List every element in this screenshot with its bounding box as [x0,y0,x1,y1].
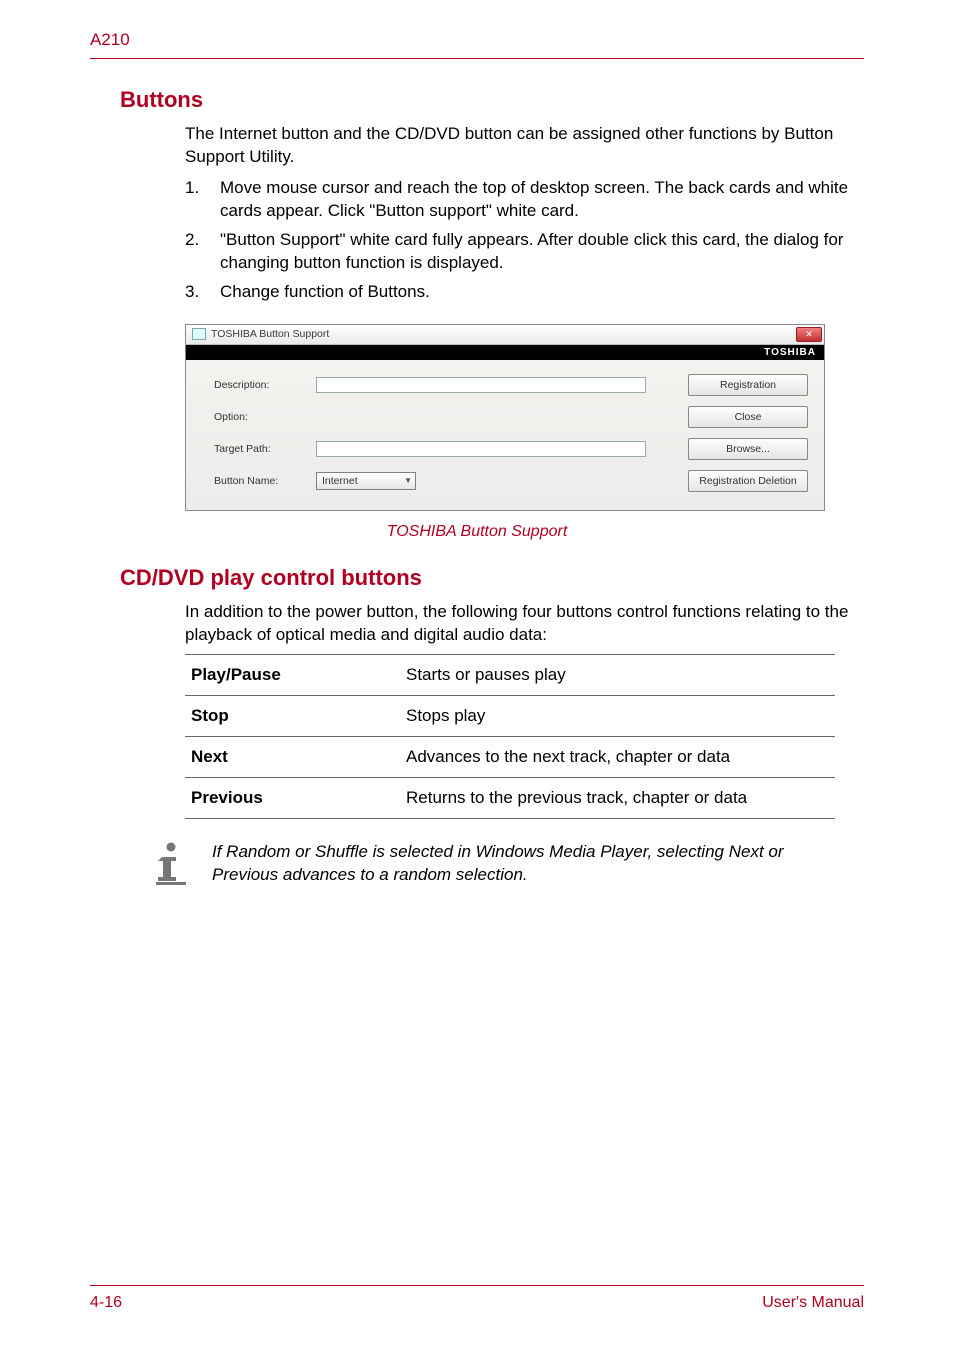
dialog-title: TOSHIBA Button Support [211,328,329,340]
brand-bar: TOSHIBA [186,345,824,360]
label-target-path: Target Path: [214,443,306,455]
footer-doc-title: User's Manual [762,1294,864,1312]
cell-name: Next [185,737,400,778]
step-3-text: Change function of Buttons. [220,282,430,301]
app-icon [192,328,206,340]
page-footer: 4-16 User's Manual [90,1285,864,1312]
note-text: If Random or Shuffle is selected in Wind… [212,841,824,887]
figure-caption: TOSHIBA Button Support [90,523,864,541]
note: If Random or Shuffle is selected in Wind… [150,841,864,892]
header-rule [90,58,864,59]
step-2-text: "Button Support" white card fully appear… [220,230,843,272]
cell-name: Play/Pause [185,655,400,696]
label-button-name: Button Name: [214,475,306,487]
description-input[interactable] [316,377,646,393]
page-header-model: A210 [90,30,864,50]
cell-desc: Returns to the previous track, chapter o… [400,778,835,819]
cddvd-table: Play/Pause Starts or pauses play Stop St… [185,654,835,819]
cell-desc: Stops play [400,696,835,737]
step-2: 2."Button Support" white card fully appe… [185,229,864,275]
section-buttons-title: Buttons [120,87,864,113]
section-cddvd-title: CD/DVD play control buttons [120,565,864,591]
registration-button[interactable]: Registration [688,374,808,396]
step-1-text: Move mouse cursor and reach the top of d… [220,178,848,220]
cell-name: Previous [185,778,400,819]
cddvd-intro: In addition to the power button, the fol… [185,601,864,647]
label-option: Option: [214,411,306,423]
step-3: 3.Change function of Buttons. [185,281,864,304]
label-description: Description: [214,379,306,391]
registration-deletion-button[interactable]: Registration Deletion [688,470,808,492]
close-icon[interactable]: ✕ [796,327,822,342]
footer-page-number: 4-16 [90,1294,122,1312]
browse-button[interactable]: Browse... [688,438,808,460]
chevron-down-icon: ▼ [404,476,412,485]
table-row: Next Advances to the next track, chapter… [185,737,835,778]
close-button[interactable]: Close [688,406,808,428]
cell-desc: Starts or pauses play [400,655,835,696]
table-row: Previous Returns to the previous track, … [185,778,835,819]
dialog-figure: TOSHIBA Button Support ✕ TOSHIBA Descrip… [185,324,864,511]
combo-value: Internet [322,475,358,487]
info-icon [150,841,192,892]
cell-desc: Advances to the next track, chapter or d… [400,737,835,778]
toshiba-button-support-dialog: TOSHIBA Button Support ✕ TOSHIBA Descrip… [185,324,825,511]
buttons-steps: 1.Move mouse cursor and reach the top of… [185,177,864,304]
table-row: Play/Pause Starts or pauses play [185,655,835,696]
button-name-combo[interactable]: Internet ▼ [316,472,416,490]
target-path-input[interactable] [316,441,646,457]
dialog-titlebar: TOSHIBA Button Support ✕ [186,325,824,345]
step-1: 1.Move mouse cursor and reach the top of… [185,177,864,223]
cell-name: Stop [185,696,400,737]
table-row: Stop Stops play [185,696,835,737]
buttons-intro: The Internet button and the CD/DVD butto… [185,123,864,169]
